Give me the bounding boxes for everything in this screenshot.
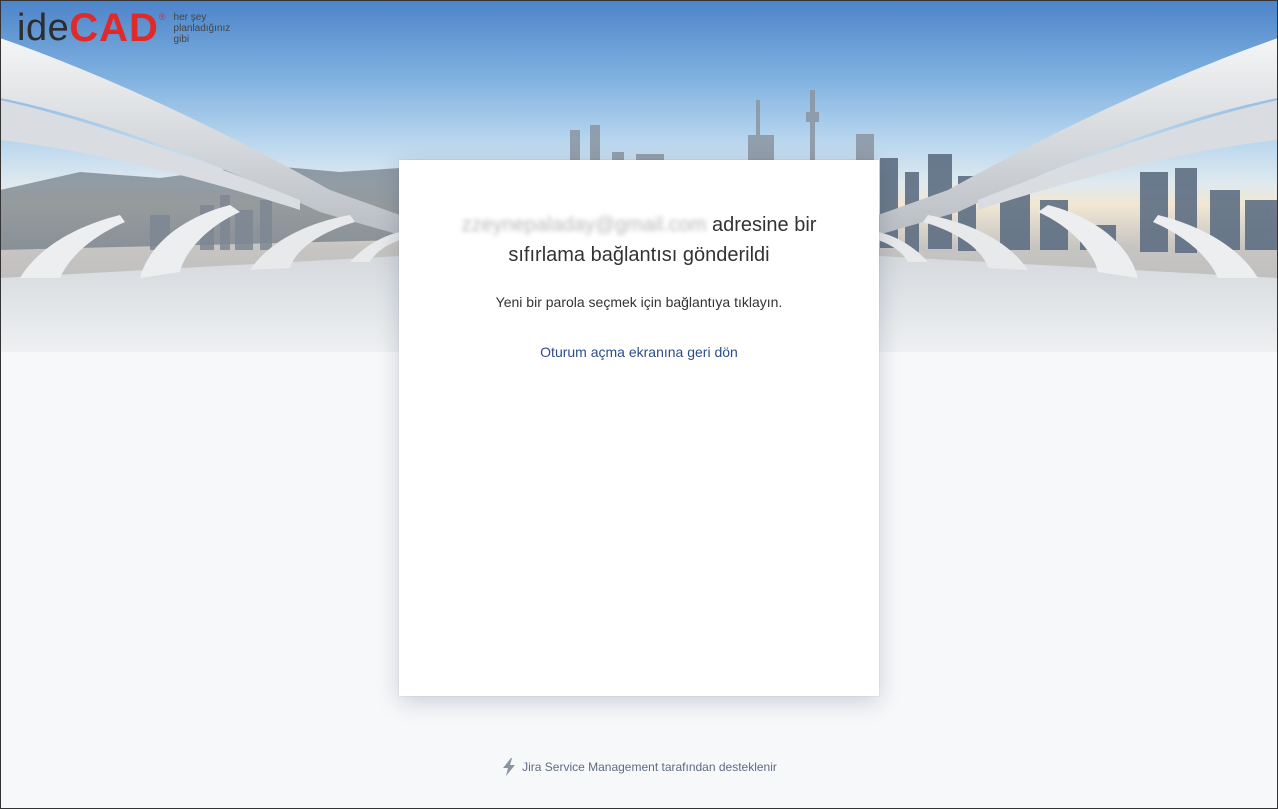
powered-by-text: Jira Service Management tarafından deste… [522, 760, 777, 774]
logo-ide-text: ide [17, 7, 70, 49]
lightning-bolt-icon [501, 758, 517, 776]
idecad-logo: ide CAD ® her şey planladığınız gibi [17, 6, 244, 50]
redacted-email: zzeynepaladay@gmail.com [461, 214, 707, 236]
reset-confirmation-card: zzeynepaladay@gmail.com adresine bir sıf… [399, 160, 879, 696]
instruction-text: Yeni bir parola seçmek için bağlantıya t… [495, 294, 783, 310]
logo-cad-text: CAD [69, 6, 159, 50]
page-title: zzeynepaladay@gmail.com adresine bir sıf… [439, 210, 839, 270]
logo-tagline: her şey planladığınız gibi [173, 12, 231, 45]
back-to-login-link[interactable]: Oturum açma ekranına geri dön [439, 344, 839, 360]
logo-registered-mark: ® [158, 12, 166, 22]
footer-powered-by: Jira Service Management tarafından deste… [0, 758, 1278, 776]
